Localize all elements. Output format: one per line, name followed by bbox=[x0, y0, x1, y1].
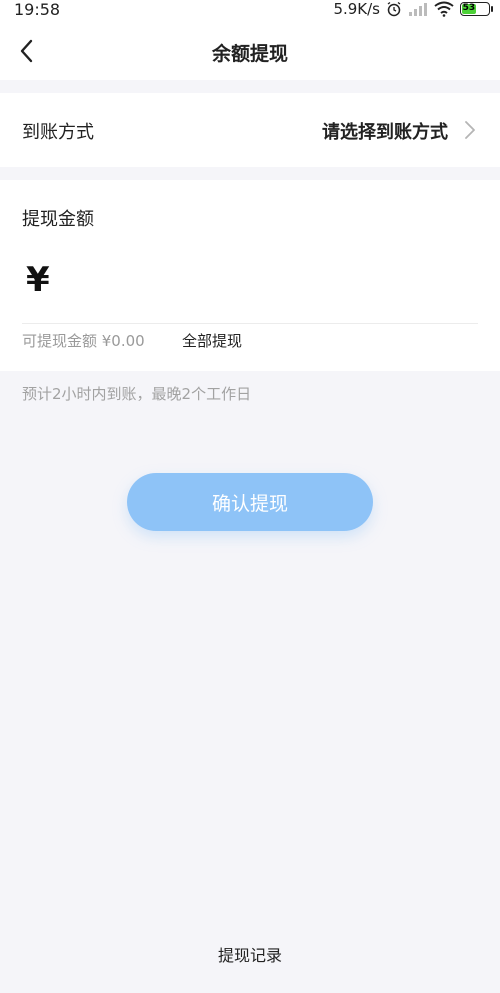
chevron-right-icon bbox=[465, 121, 475, 139]
withdraw-records-label: 提现记录 bbox=[217, 946, 282, 965]
battery-level: 53 bbox=[462, 3, 476, 14]
withdraw-all-button[interactable]: 全部提现 bbox=[182, 330, 242, 351]
status-right: 5.9K/s 53 bbox=[333, 0, 493, 18]
withdraw-screen: 19:58 5.9K/s 53 余额提现 到账方式 请选择到账方式 提现金额 ¥… bbox=[0, 0, 500, 993]
net-speed: 5.9K/s bbox=[333, 0, 380, 18]
payout-method-label: 到账方式 bbox=[22, 122, 94, 143]
available-balance: 可提现金额 ¥0.00 bbox=[22, 332, 145, 350]
page-title: 余额提现 bbox=[211, 43, 288, 65]
arrival-note: 预计2小时内到账，最晚2个工作日 bbox=[22, 385, 252, 403]
currency-symbol: ¥ bbox=[26, 260, 50, 300]
amount-card: 提现金额 ¥ 可提现金额 ¥0.00 全部提现 bbox=[0, 180, 500, 371]
alarm-icon bbox=[387, 1, 401, 17]
amount-label: 提现金额 bbox=[22, 209, 94, 230]
wifi-icon bbox=[434, 1, 454, 17]
payout-method-row[interactable]: 到账方式 请选择到账方式 bbox=[0, 93, 500, 167]
status-bar: 19:58 5.9K/s 53 bbox=[0, 0, 500, 22]
status-time: 19:58 bbox=[14, 0, 61, 19]
withdraw-records-link[interactable]: 提现记录 bbox=[0, 942, 500, 966]
battery-icon: 53 bbox=[460, 2, 493, 16]
confirm-withdraw-button[interactable]: 确认提现 bbox=[127, 473, 373, 531]
payout-method-value[interactable]: 请选择到账方式 bbox=[322, 118, 448, 144]
divider bbox=[22, 323, 478, 324]
signal-icon bbox=[409, 3, 427, 16]
nav-bar: 余额提现 bbox=[0, 22, 500, 80]
amount-input[interactable] bbox=[66, 258, 476, 308]
